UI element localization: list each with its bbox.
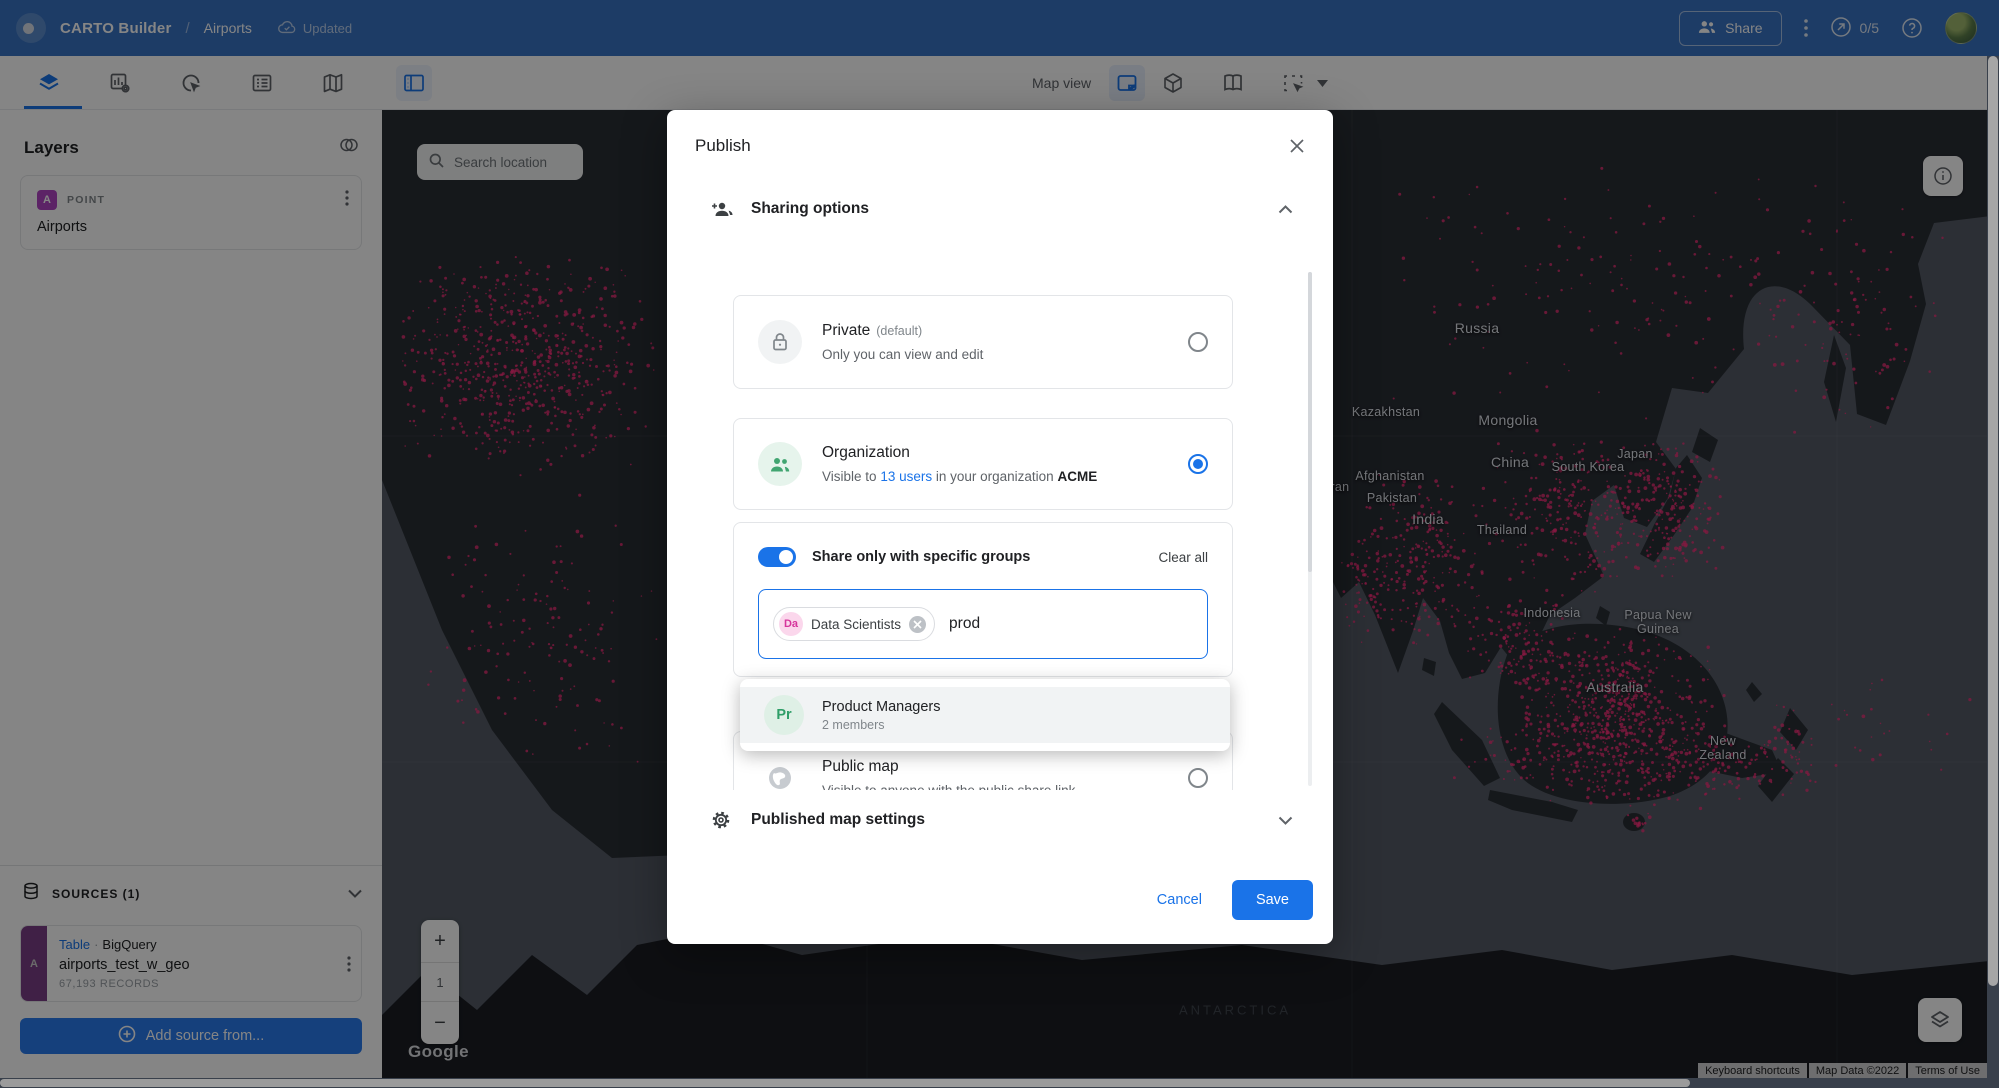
groups-search-input[interactable]: Da Data Scientists prod bbox=[758, 589, 1208, 659]
suggestion-product-managers[interactable]: Pr Product Managers 2 members bbox=[740, 687, 1230, 743]
groups-input-value: prod bbox=[949, 615, 980, 633]
close-icon[interactable] bbox=[1287, 136, 1307, 156]
published-map-settings-label: Published map settings bbox=[751, 811, 1278, 829]
sharing-options-label: Sharing options bbox=[751, 200, 1278, 218]
person-add-icon bbox=[711, 201, 735, 217]
public-description: Visible to anyone with the public share … bbox=[822, 783, 1168, 790]
cancel-button[interactable]: Cancel bbox=[1157, 892, 1202, 908]
suggestion-name: Product Managers bbox=[822, 699, 940, 715]
suggestion-avatar: Pr bbox=[764, 695, 804, 735]
sharing-options-section[interactable]: Sharing options bbox=[667, 200, 1333, 218]
group-chip-avatar: Da bbox=[779, 612, 803, 636]
organization-desc-prefix: Visible to bbox=[822, 469, 877, 484]
app-window: CARTO Builder / Airports Updated Sha bbox=[0, 0, 1999, 1088]
people-icon bbox=[758, 442, 802, 486]
modal-scrollbar-thumb[interactable] bbox=[1308, 272, 1312, 572]
gear-icon bbox=[711, 810, 735, 830]
save-button[interactable]: Save bbox=[1232, 880, 1313, 920]
group-suggestions-dropdown: Pr Product Managers 2 members bbox=[740, 679, 1230, 751]
sharing-options-scroll-area[interactable]: Private (default) Only you can view and e… bbox=[667, 268, 1333, 790]
group-chip-label: Data Scientists bbox=[811, 617, 901, 632]
clear-all-button[interactable]: Clear all bbox=[1158, 550, 1208, 565]
group-chip-data-scientists[interactable]: Da Data Scientists bbox=[773, 607, 935, 641]
private-description: Only you can view and edit bbox=[822, 347, 1168, 362]
chevron-down-icon[interactable] bbox=[1278, 816, 1293, 825]
organization-name: ACME bbox=[1057, 469, 1097, 484]
suggestion-member-count: 2 members bbox=[822, 718, 940, 732]
lock-icon bbox=[758, 320, 802, 364]
publish-modal: Publish Sharing options bbox=[667, 110, 1333, 944]
organization-desc-mid: in your organization bbox=[936, 469, 1054, 484]
private-title: Private bbox=[822, 322, 870, 339]
option-organization[interactable]: Organization Visible to 13 users in your… bbox=[733, 418, 1233, 510]
specific-groups-toggle[interactable] bbox=[758, 547, 796, 567]
published-map-settings-section[interactable]: Published map settings bbox=[667, 810, 1333, 830]
page-horizontal-scrollbar[interactable] bbox=[0, 1078, 1999, 1088]
private-radio[interactable] bbox=[1188, 332, 1208, 352]
organization-radio[interactable] bbox=[1188, 454, 1208, 474]
page-vertical-scrollbar[interactable] bbox=[1987, 56, 1999, 1078]
modal-title: Publish bbox=[695, 136, 751, 156]
group-sharing-panel: Share only with specific groups Clear al… bbox=[733, 522, 1233, 677]
public-title: Public map bbox=[822, 758, 1168, 776]
organization-title: Organization bbox=[822, 444, 1168, 462]
chip-close-icon[interactable] bbox=[909, 616, 926, 633]
public-radio[interactable] bbox=[1188, 768, 1208, 788]
option-private[interactable]: Private (default) Only you can view and e… bbox=[733, 295, 1233, 389]
globe-icon bbox=[758, 756, 802, 790]
private-default-tag: (default) bbox=[876, 324, 922, 338]
chevron-up-icon[interactable] bbox=[1278, 205, 1293, 214]
users-link[interactable]: 13 users bbox=[880, 469, 932, 484]
specific-groups-label: Share only with specific groups bbox=[812, 549, 1158, 565]
